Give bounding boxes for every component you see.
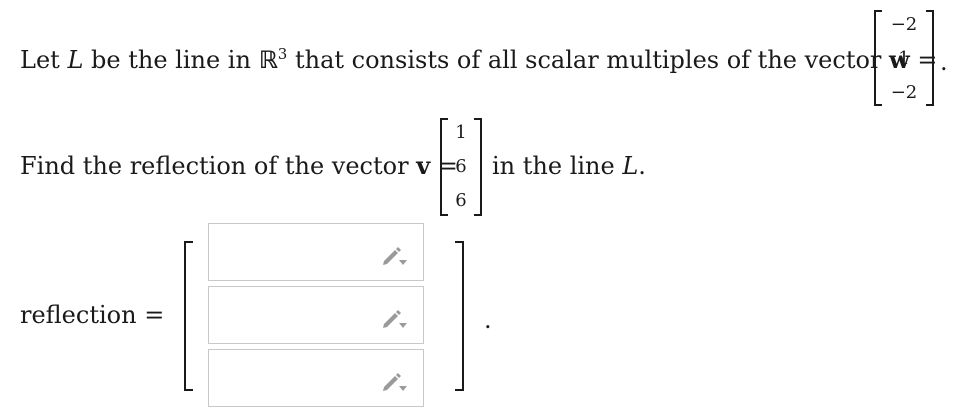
v-entry-3: 6 <box>455 190 467 211</box>
pencil-icon[interactable] <box>381 372 407 392</box>
answer-input-3[interactable] <box>208 349 424 407</box>
vector-v-matrix: 1 6 6 <box>440 118 482 216</box>
w-entry-2: 1 <box>898 48 910 69</box>
pencil-icon[interactable] <box>381 246 407 266</box>
text-be-line-in: be the line in <box>91 46 251 74</box>
w-entry-1: −2 <box>890 14 918 35</box>
var-L: L <box>67 46 84 74</box>
pencil-icon[interactable] <box>381 309 407 329</box>
v-entry-2: 6 <box>455 156 467 177</box>
problem-statement-line-2: Find the reflection of the vector v = <box>20 151 458 180</box>
answer-input-1[interactable] <box>208 223 424 281</box>
var-L: L <box>622 152 639 180</box>
line1-period: . <box>940 48 948 76</box>
text-scalar-multiples: that consists of all scalar multiples of… <box>294 46 882 74</box>
text-let: Let <box>20 46 60 74</box>
problem-statement-line-1: Let L be the line in ℝ3 that consists of… <box>20 45 937 74</box>
answer-input-2[interactable] <box>208 286 424 344</box>
text-find-reflection: Find the reflection of the vector <box>20 152 409 180</box>
dimension-exponent: 3 <box>277 45 288 63</box>
reflection-label: reflection <box>20 301 137 329</box>
answer-label: reflection = <box>20 303 164 327</box>
equals-sign: = <box>144 301 165 329</box>
text-in-the-line: in the line <box>492 152 615 180</box>
right-bracket <box>455 241 464 391</box>
left-bracket <box>184 241 193 391</box>
w-entry-3: −2 <box>890 82 918 103</box>
vector-w-matrix: −2 1 −2 <box>874 10 934 106</box>
line2-period: . <box>638 152 646 180</box>
vector-v-label: v <box>416 151 431 180</box>
problem-statement-line-2-suffix: in the line L. <box>492 154 646 178</box>
real-numbers-symbol: ℝ <box>258 46 278 74</box>
v-entry-1: 1 <box>455 122 467 143</box>
answer-period: . <box>484 306 492 334</box>
